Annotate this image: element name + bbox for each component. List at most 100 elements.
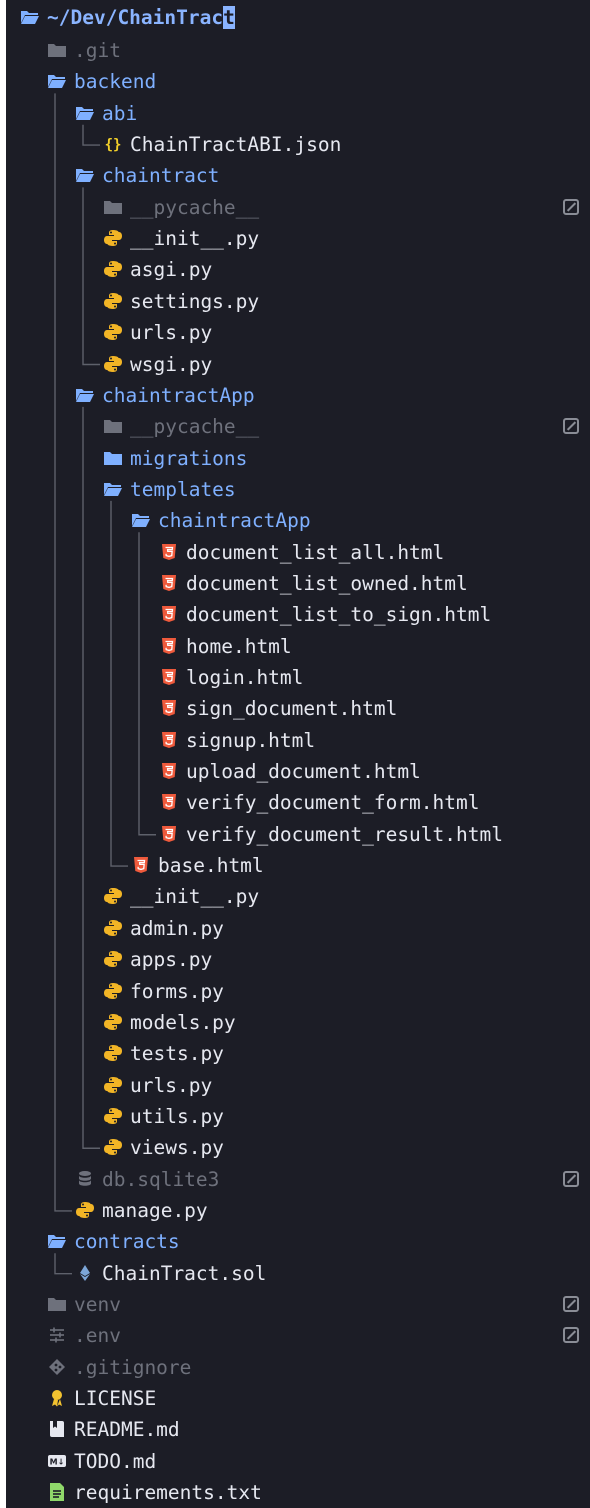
tree-item-label: wsgi.py bbox=[130, 352, 213, 376]
tree-folder-chaintractapp[interactable]: chaintractApp bbox=[0, 505, 590, 536]
tree-file-login-html[interactable]: login.html bbox=[0, 662, 590, 693]
tree-item-label: TODO.md bbox=[74, 1449, 157, 1473]
tree-item-label: document_list_all.html bbox=[186, 540, 445, 564]
tree-item-label: urls.py bbox=[130, 321, 213, 345]
tree-file-settings-py[interactable]: settings.py bbox=[0, 286, 590, 317]
tree-item-label: verify_document_result.html bbox=[186, 822, 503, 846]
tree-file-views-py[interactable]: views.py bbox=[0, 1132, 590, 1163]
tree-file-apps-py[interactable]: apps.py bbox=[0, 944, 590, 975]
tree-file-gitignore[interactable]: .gitignore bbox=[0, 1352, 590, 1383]
tree-file-todo-md[interactable]: M↓ TODO.md bbox=[0, 1446, 590, 1477]
tree-item-label: login.html bbox=[186, 666, 304, 689]
tree-folder-contracts[interactable]: contracts bbox=[0, 1226, 590, 1257]
tree-file-readme-md[interactable]: README.md bbox=[0, 1414, 590, 1445]
tree-folder-pycache[interactable]: __pycache__ bbox=[0, 411, 590, 442]
license-ribbon-icon bbox=[47, 1388, 67, 1408]
folder-icon bbox=[103, 416, 123, 436]
folder-open-icon bbox=[75, 103, 95, 123]
python-icon bbox=[75, 1200, 95, 1220]
tree-item-label: db.sqlite3 bbox=[102, 1167, 220, 1191]
tree-item-label: __init__.py bbox=[130, 227, 260, 251]
tree-file-upload-document-html[interactable]: upload_document.html bbox=[0, 756, 590, 787]
tree-item-label: __pycache__ bbox=[130, 195, 260, 219]
tree-file-init-py[interactable]: __init__.py bbox=[0, 881, 590, 912]
tree-file-models-py[interactable]: models.py bbox=[0, 1007, 590, 1038]
python-icon bbox=[103, 1137, 123, 1157]
tree-item-label: verify_document_form.html bbox=[186, 791, 480, 815]
tree-item-label: backend bbox=[74, 70, 157, 94]
settings-sliders-icon bbox=[47, 1325, 67, 1345]
tree-item-label: contracts bbox=[74, 1230, 180, 1254]
modified-badge-icon bbox=[563, 1296, 579, 1312]
tree-file-admin-py[interactable]: admin.py bbox=[0, 913, 590, 944]
tree-file-asgi-py[interactable]: asgi.py bbox=[0, 254, 590, 285]
tree-folder-chaintractapp[interactable]: chaintractApp bbox=[0, 380, 590, 411]
python-icon bbox=[103, 1075, 123, 1095]
tree-folder-abi[interactable]: abi bbox=[0, 98, 590, 129]
html5-icon bbox=[159, 730, 179, 750]
tree-folder-migrations[interactable]: migrations bbox=[0, 443, 590, 474]
tree-file-home-html[interactable]: home.html bbox=[0, 631, 590, 662]
tree-file-tests-py[interactable]: tests.py bbox=[0, 1038, 590, 1069]
tree-item-label: views.py bbox=[130, 1136, 224, 1160]
tree-folder-git[interactable]: .git bbox=[0, 35, 590, 66]
tree-file-verify-document-result-html[interactable]: verify_document_result.html bbox=[0, 819, 590, 850]
tree-item-label: LICENSE bbox=[74, 1387, 157, 1411]
python-icon bbox=[103, 354, 123, 374]
tree-item-label: venv bbox=[74, 1293, 121, 1316]
tree-file-requirements-txt[interactable]: requirements.txt bbox=[0, 1477, 590, 1508]
tree-item-label: base.html bbox=[158, 854, 264, 878]
tree-file-document-list-to-sign-html[interactable]: document_list_to_sign.html bbox=[0, 599, 590, 630]
tree-item-label: models.py bbox=[130, 1010, 236, 1034]
folder-icon bbox=[47, 1294, 67, 1314]
text-cursor: t bbox=[223, 6, 235, 29]
tree-file-urls-py[interactable]: urls.py bbox=[0, 1070, 590, 1101]
tree-item-label: __init__.py bbox=[130, 885, 260, 909]
tree-item-label: tests.py bbox=[130, 1042, 224, 1066]
tree-folder-backend[interactable]: backend bbox=[0, 66, 590, 97]
tree-item-label: abi bbox=[102, 101, 138, 125]
tree-file-license[interactable]: LICENSE bbox=[0, 1383, 590, 1414]
folder-open-icon bbox=[75, 165, 95, 185]
python-icon bbox=[103, 259, 123, 279]
tree-folder-chaintract[interactable]: chaintract bbox=[0, 160, 590, 191]
folder-open-icon bbox=[20, 7, 40, 27]
tree-file-env[interactable]: .env bbox=[0, 1320, 590, 1351]
json-braces-icon: {} bbox=[103, 134, 123, 154]
tree-item-label: ChainTractABI.json bbox=[130, 133, 342, 157]
tree-file-manage-py[interactable]: manage.py bbox=[0, 1195, 590, 1226]
tree-root[interactable]: ~/Dev/ChainTract bbox=[0, 2, 590, 33]
tree-item-label: README.md bbox=[74, 1418, 180, 1442]
python-icon bbox=[103, 981, 123, 1001]
tree-item-label: ChainTract.sol bbox=[102, 1261, 267, 1285]
tree-item-label: chaintractApp bbox=[158, 509, 311, 533]
tree-file-base-html[interactable]: base.html bbox=[0, 850, 590, 881]
tree-folder-pycache[interactable]: __pycache__ bbox=[0, 192, 590, 223]
tree-file-signup-html[interactable]: signup.html bbox=[0, 725, 590, 756]
folder-icon bbox=[47, 40, 67, 60]
tree-file-forms-py[interactable]: forms.py bbox=[0, 976, 590, 1007]
python-icon bbox=[103, 1012, 123, 1032]
tree-folder-venv[interactable]: venv bbox=[0, 1289, 590, 1320]
file-tree: ~/Dev/ChainTract .git backend abi {} ChainTr… bbox=[0, 0, 590, 1508]
tree-file-wsgi-py[interactable]: wsgi.py bbox=[0, 349, 590, 380]
tree-file-urls-py[interactable]: urls.py bbox=[0, 317, 590, 348]
tree-file-utils-py[interactable]: utils.py bbox=[0, 1101, 590, 1132]
tree-item-label: upload_document.html bbox=[186, 760, 421, 784]
tree-file-db-sqlite3[interactable]: db.sqlite3 bbox=[0, 1164, 590, 1195]
tree-file-document-list-owned-html[interactable]: document_list_owned.html bbox=[0, 568, 590, 599]
root-path: ~/Dev/ChainTract bbox=[47, 4, 235, 31]
tree-file-chaintract-sol[interactable]: ChainTract.sol bbox=[0, 1258, 590, 1289]
modified-badge-icon bbox=[563, 1327, 579, 1344]
tree-file-chaintractabi-json[interactable]: {} ChainTractABI.json bbox=[0, 129, 590, 160]
tree-folder-templates[interactable]: templates bbox=[0, 474, 590, 505]
tree-file-document-list-all-html[interactable]: document_list_all.html bbox=[0, 537, 590, 568]
markdown-icon: M↓ bbox=[47, 1451, 67, 1471]
tree-file-init-py[interactable]: __init__.py bbox=[0, 223, 590, 254]
html5-icon bbox=[159, 698, 179, 718]
folder-icon bbox=[103, 448, 123, 468]
tree-file-verify-document-form-html[interactable]: verify_document_form.html bbox=[0, 787, 590, 818]
tree-file-sign-document-html[interactable]: sign_document.html bbox=[0, 693, 590, 724]
svg-text:{}: {} bbox=[105, 137, 122, 153]
tree-item-label: asgi.py bbox=[130, 258, 213, 282]
